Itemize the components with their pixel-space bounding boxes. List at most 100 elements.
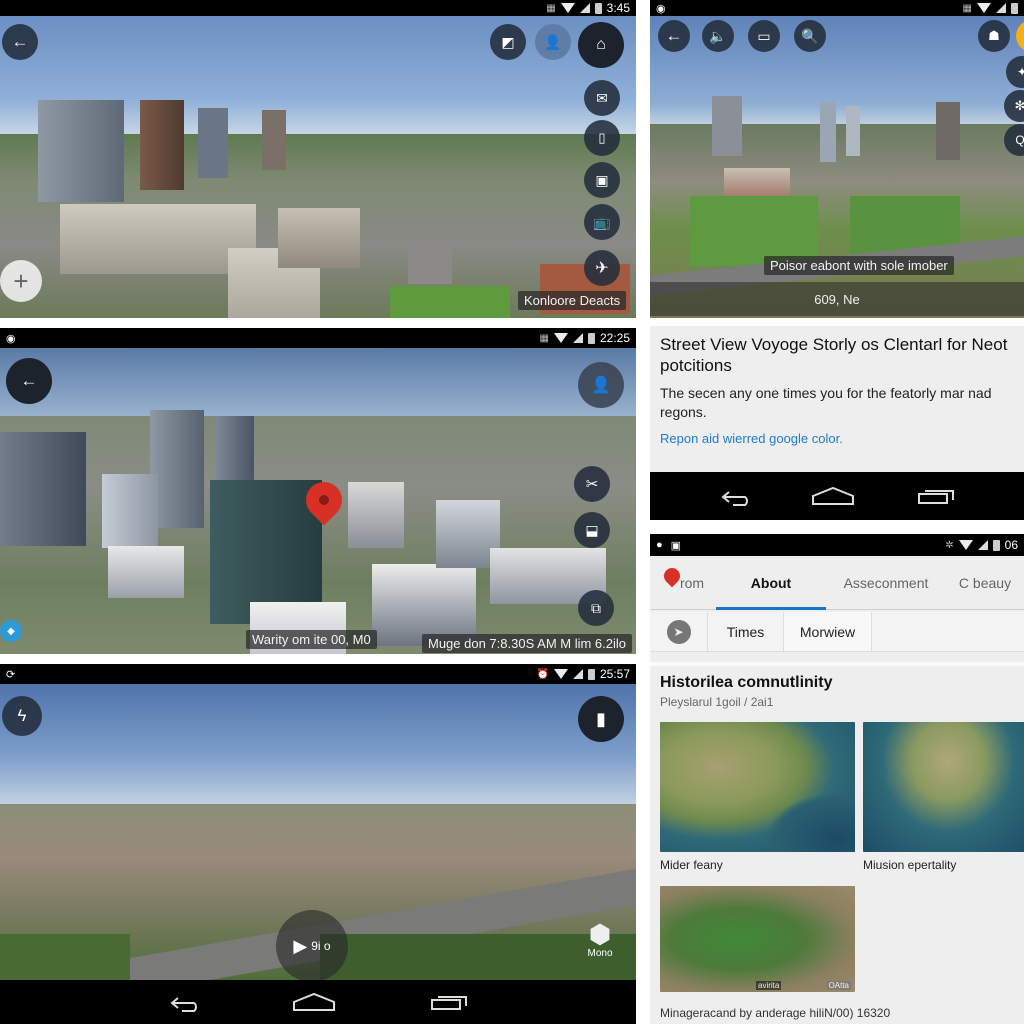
tab-beauty[interactable]: C beauy — [946, 556, 1024, 609]
pegman-button[interactable]: ☗ — [978, 20, 1010, 52]
battery-icon: ▮ — [596, 708, 606, 729]
section-title: Historilea comnutlinity — [660, 674, 833, 691]
audio-button[interactable]: 🔈 — [702, 20, 734, 52]
map-thumbnail[interactable]: avirita OAtta — [660, 886, 855, 992]
tab-from[interactable]: rom — [650, 556, 716, 609]
flash-icon: ϟ — [17, 706, 27, 725]
tools-icon: ✂ — [585, 476, 599, 493]
subtab-label: Times — [726, 623, 765, 640]
cast-icon: ▭ — [757, 27, 771, 44]
wifi-icon — [553, 669, 568, 679]
building — [0, 432, 86, 546]
cast-button[interactable]: ▭ — [748, 20, 780, 52]
tab-about[interactable]: About — [716, 556, 826, 610]
building — [60, 204, 256, 274]
profile-icon: 👤 — [544, 33, 562, 50]
place-label: Poisor eabont with sole imober — [764, 256, 954, 275]
building — [846, 106, 860, 156]
app-icon: ◉ — [656, 2, 666, 15]
alarm-icon: ▦ — [539, 332, 549, 344]
share-button[interactable]: ⬓ — [574, 512, 610, 548]
nav-bar — [650, 472, 1024, 520]
subtab-overview[interactable]: Morwiew — [784, 612, 872, 651]
copy-button[interactable]: ⧉ — [578, 590, 614, 626]
nav-home-button[interactable] — [292, 992, 336, 1012]
copy-icon: ⧉ — [591, 599, 601, 616]
pegman-icon: 👤 — [591, 377, 611, 394]
search-icon: Q — [1015, 133, 1024, 147]
home-button[interactable]: ⌂ — [578, 22, 624, 68]
place-sublabel-bar: 609, Ne — [650, 282, 1024, 316]
alarm-icon: ✲ — [945, 539, 954, 551]
back-button[interactable]: ← — [658, 20, 690, 52]
back-button[interactable]: ← — [2, 24, 38, 60]
map-thumbnail[interactable] — [660, 722, 855, 852]
flash-button[interactable]: ϟ — [2, 696, 42, 736]
directions-button[interactable]: ➤ — [650, 612, 708, 651]
streetview-panel-mid-left[interactable]: ◉ ▦ 22:25 ← 👤 ✂ ⬓ ⧉ ◆ Warity om ite 00, … — [0, 328, 636, 654]
compass-button[interactable]: ◩ — [490, 24, 526, 60]
profile-button[interactable]: 👤 — [535, 24, 571, 60]
building — [198, 108, 228, 178]
building — [108, 546, 184, 598]
mail-button[interactable]: ✉ — [584, 80, 620, 116]
back-arrow-icon: ← — [20, 371, 38, 390]
satellite-icon: ✦ — [1016, 65, 1024, 79]
tools-button[interactable]: ✂ — [574, 466, 610, 502]
tab-bar: rom About Asseconment C beauy — [650, 556, 1024, 610]
tab-label: About — [750, 574, 792, 591]
wifi-icon — [560, 3, 575, 13]
building — [278, 208, 360, 268]
nav-back-button[interactable] — [168, 995, 198, 1012]
image-button[interactable]: ▣ — [584, 162, 620, 198]
tab-assessment[interactable]: Asseconment — [826, 556, 946, 609]
play-button[interactable]: ▶ 9i o — [276, 910, 348, 982]
sync-icon: ⟳ — [6, 668, 16, 681]
directions-icon: ➤ — [666, 619, 691, 644]
tab-label: Asseconment — [843, 574, 929, 591]
signal-icon — [579, 3, 590, 13]
article-card[interactable]: Street View Voyoge Storly os Clentarl fo… — [650, 326, 1024, 472]
building — [140, 100, 184, 190]
capture-date-label: Muge don 7:8.30S AM M lim 6.2ilo — [422, 634, 632, 653]
status-time: 06 — [1004, 538, 1018, 552]
streetview-panel-bottom-left[interactable]: ⟳ ⏰ 25:57 ϟ ▮ ▶ 9i o ⬢ Mono — [0, 664, 636, 1024]
streetview-panel-top-right[interactable]: ◉ ▦ ← 🔈 ▭ 🔍 ☗ ✦ ✻ Q Poisor eabont with s… — [650, 0, 1024, 318]
tab-label: rom — [679, 574, 705, 591]
tv-button[interactable]: 📺 — [584, 204, 620, 240]
notification-button[interactable]: ▯ — [584, 120, 620, 156]
tab-label: C beauy — [958, 574, 1012, 591]
back-arrow-icon: ← — [665, 26, 683, 45]
status-bar: ⟳ ⏰ 25:57 — [0, 664, 636, 684]
notification-icon: ▣ — [670, 539, 682, 552]
article-title: Street View Voyoge Storly os Clentarl fo… — [660, 335, 1008, 375]
article-link[interactable]: Repon aid wierred google color. — [660, 431, 1014, 446]
thumbnail-badge: OAtta — [826, 981, 851, 990]
streetview-panel-top-left[interactable]: ▦ 3:45 ← ◩ 👤 ⌂ ✉ ▯ ▣ 📺 ✈ + Konloore Deac… — [0, 0, 636, 318]
battery-icon — [587, 668, 595, 680]
status-time: 3:45 — [606, 1, 630, 15]
pegman-button[interactable]: 👤 — [578, 362, 624, 408]
back-button[interactable]: ← — [6, 358, 52, 404]
nav-home-button[interactable] — [811, 486, 855, 506]
sub-tab-bar: ➤ Times Morwiew — [650, 612, 1024, 652]
subtab-times[interactable]: Times — [708, 612, 784, 651]
nav-back-button[interactable] — [719, 489, 749, 506]
zoom-in-button[interactable]: + — [0, 260, 42, 302]
building — [712, 96, 742, 156]
battery-button[interactable]: ▮ — [578, 696, 624, 742]
cube-view-button[interactable]: ⬢ Mono — [578, 920, 622, 970]
map-thumbnail[interactable] — [863, 722, 1024, 852]
nav-recents-button[interactable] — [430, 993, 468, 1011]
compass-button[interactable]: ◆ — [0, 620, 22, 642]
alarm-icon: ⏰ — [536, 668, 549, 680]
place-info-panel[interactable]: ● ▣ ✲ 06 rom About Asseconment C beauy ➤ — [650, 534, 1024, 1024]
flight-button[interactable]: ✈ — [584, 250, 620, 286]
signal-icon — [572, 669, 583, 679]
wifi-icon — [958, 540, 973, 550]
search-button[interactable]: 🔍 — [794, 20, 826, 52]
thumbnail-badge: avirita — [756, 981, 782, 990]
info-icon: ● — [656, 539, 663, 551]
building — [150, 410, 204, 528]
nav-recents-button[interactable] — [917, 487, 955, 505]
